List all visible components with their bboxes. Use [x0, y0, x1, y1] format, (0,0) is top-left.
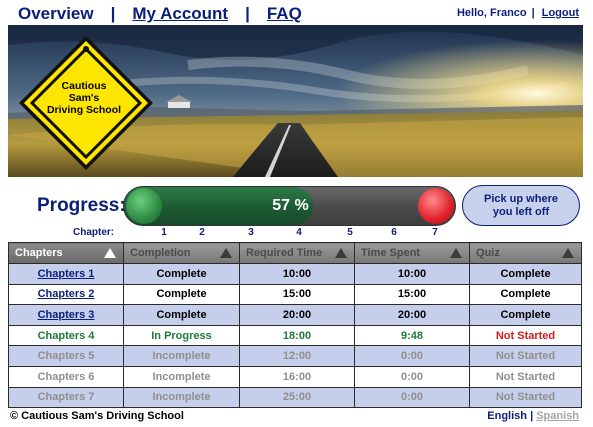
pickup-line: Pick up where — [484, 193, 558, 205]
quiz-cell: Complete — [469, 304, 582, 326]
chapter-cell: Chapters 6 — [8, 365, 124, 388]
nav-overview-link[interactable]: Overview — [18, 4, 94, 24]
chapter-cell[interactable]: Chapters 4 — [8, 324, 124, 347]
top-navigation: Overview | My Account | FAQ — [18, 3, 302, 25]
column-header-quiz[interactable]: Quiz — [469, 242, 582, 264]
user-bar: Hello, Franco | Logout — [457, 7, 579, 19]
language-separator: | — [530, 410, 534, 422]
header-banner: Cautious Sam's Driving School — [8, 25, 583, 177]
required-time-cell: 16:00 — [239, 365, 355, 388]
footer-copyright: © Cautious Sam's Driving School — [10, 410, 184, 422]
logout-link[interactable]: Logout — [542, 7, 579, 19]
language-english-link[interactable]: English — [487, 410, 527, 422]
chapter-markers: Chapter: 1 2 3 4 5 6 7 — [0, 227, 593, 241]
chapter-link[interactable]: Chapters 2 — [8, 283, 124, 306]
language-spanish-link[interactable]: Spanish — [536, 410, 579, 422]
copyright-icon: © — [10, 410, 19, 422]
sort-triangle-icon[interactable] — [562, 248, 574, 258]
sort-triangle-icon[interactable] — [450, 248, 462, 258]
required-time-cell: 18:00 — [239, 324, 355, 347]
nav-separator: | — [245, 4, 250, 23]
column-header-required-time[interactable]: Required Time — [239, 242, 355, 264]
sign-line: Sam's — [68, 92, 100, 104]
required-time-cell: 25:00 — [239, 386, 355, 409]
column-header-label: Quiz — [476, 247, 500, 259]
sign-line: Driving School — [46, 104, 122, 116]
required-time-cell: 10:00 — [239, 263, 355, 285]
chapter-marker: 5 — [347, 227, 353, 238]
completion-cell: Incomplete — [123, 365, 240, 388]
chapter-marker: 3 — [248, 227, 254, 238]
column-header-label: Required Time — [246, 247, 323, 259]
quiz-cell: Not Started — [469, 386, 582, 409]
sort-triangle-icon[interactable] — [104, 248, 116, 258]
chapter-marker: 4 — [296, 227, 302, 238]
table-row: Chapters 3 Complete 20:00 20:00 Complete — [8, 304, 582, 326]
table-row: Chapters 7 Incomplete 25:00 0:00 Not Sta… — [8, 386, 582, 409]
column-header-label: Completion — [130, 247, 191, 259]
pick-up-where-you-left-off-button[interactable]: Pick up where you left off — [462, 185, 580, 226]
table-row: Chapters 5 Incomplete 12:00 0:00 Not Sta… — [8, 345, 582, 367]
chapter-label: Chapter: — [73, 227, 115, 238]
column-header-completion[interactable]: Completion — [123, 242, 240, 264]
chapter-link[interactable]: Chapters 1 — [8, 263, 124, 285]
chapter-link[interactable]: Chapters 3 — [8, 304, 124, 326]
nav-faq-link[interactable]: FAQ — [267, 4, 302, 24]
completion-cell: Incomplete — [123, 345, 240, 367]
sign-text: Cautious Sam's Driving School — [18, 80, 150, 116]
column-header-chapters[interactable]: Chapters — [8, 242, 124, 264]
quiz-cell: Complete — [469, 283, 582, 306]
column-header-label: Chapters — [15, 247, 63, 259]
language-switcher: English | Spanish — [487, 410, 579, 422]
completion-cell: Complete — [123, 304, 240, 326]
chapter-marker: 6 — [391, 227, 397, 238]
table-row: Chapters 2 Complete 15:00 15:00 Complete — [8, 283, 582, 306]
quiz-cell: Complete — [469, 263, 582, 285]
table-header-row: Chapters Completion Required Time Time S… — [8, 242, 582, 264]
completion-cell: Complete — [123, 263, 240, 285]
chapter-marker: 1 — [161, 227, 167, 238]
chapter-marker: 2 — [199, 227, 205, 238]
required-time-cell: 20:00 — [239, 304, 355, 326]
progress-percent: 57 % — [272, 197, 309, 214]
chapters-table: Chapters Completion Required Time Time S… — [8, 242, 582, 409]
time-spent-cell: 0:00 — [354, 345, 470, 367]
required-time-cell: 15:00 — [239, 283, 355, 306]
user-separator: | — [531, 7, 535, 19]
chapter-marker: 7 — [432, 227, 438, 238]
time-spent-cell: 0:00 — [354, 365, 470, 388]
progress-label: Progress: — [37, 195, 126, 216]
completion-cell: Incomplete — [123, 386, 240, 409]
sort-triangle-icon[interactable] — [335, 248, 347, 258]
quiz-cell: Not Started — [469, 365, 582, 388]
time-spent-cell: 9:48 — [354, 324, 470, 347]
nav-my-account-link[interactable]: My Account — [132, 4, 228, 24]
table-row: Chapters 4 In Progress 18:00 9:48 Not St… — [8, 324, 582, 347]
quiz-cell: Not Started — [469, 324, 582, 347]
column-header-label: Time Spent — [361, 247, 421, 259]
time-spent-cell: 15:00 — [354, 283, 470, 306]
quiz-cell: Not Started — [469, 345, 582, 367]
time-spent-cell: 0:00 — [354, 386, 470, 409]
completion-cell: In Progress — [123, 324, 240, 347]
time-spent-cell: 20:00 — [354, 304, 470, 326]
time-spent-cell: 10:00 — [354, 263, 470, 285]
chapter-cell: Chapters 5 — [8, 345, 124, 367]
nav-separator: | — [110, 4, 116, 23]
user-greeting: Hello, Franco — [456, 7, 527, 19]
required-time-cell: 12:00 — [239, 345, 355, 367]
table-row: Chapters 6 Incomplete 16:00 0:00 Not Sta… — [8, 365, 582, 388]
table-row: Chapters 1 Complete 10:00 10:00 Complete — [8, 263, 582, 285]
copyright-text: Cautious Sam's Driving School — [21, 410, 184, 422]
column-header-time-spent[interactable]: Time Spent — [354, 242, 470, 264]
completion-cell: Complete — [123, 283, 240, 306]
chapter-cell: Chapters 7 — [8, 386, 124, 409]
sort-triangle-icon[interactable] — [220, 248, 232, 258]
sign-line: Cautious — [61, 80, 107, 92]
progress-bar: 57 % — [123, 186, 456, 226]
pickup-line: you left off — [492, 206, 550, 218]
